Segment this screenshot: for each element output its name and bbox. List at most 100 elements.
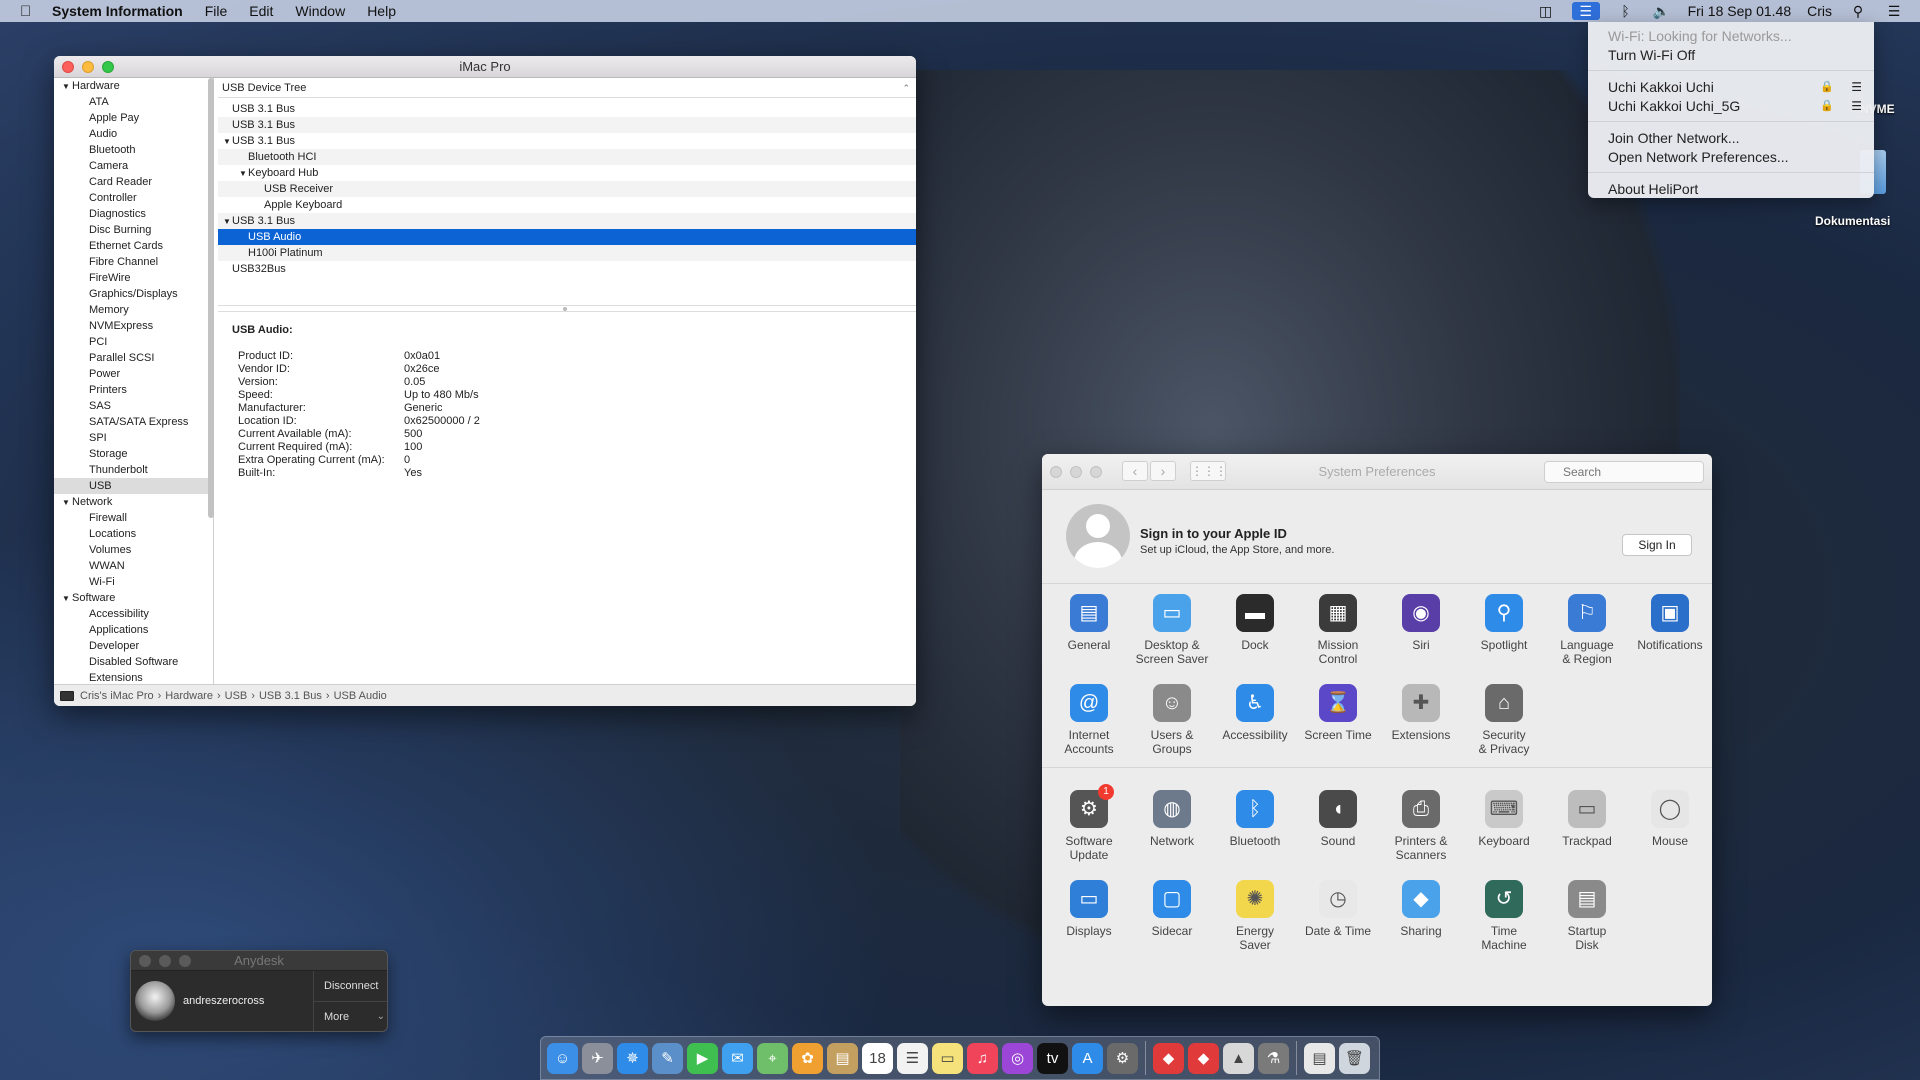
tree-row[interactable]: USB Receiver <box>218 181 916 197</box>
tree-row[interactable]: USB Audio <box>218 229 916 245</box>
tree-row[interactable]: USB 3.1 Bus <box>218 117 916 133</box>
tree-row[interactable]: USB 3.1 Bus <box>218 101 916 117</box>
close-button[interactable] <box>62 61 74 73</box>
pref-pane-keyboard[interactable]: ⌨ Keyboard <box>1463 790 1545 848</box>
pref-pane-date-time[interactable]: ◷ Date & Time <box>1297 880 1379 938</box>
pref-pane-energy[interactable]: ✺ Energy Saver <box>1214 880 1296 952</box>
disclosure-triangle-icon[interactable]: ▼ <box>238 166 248 182</box>
menu-user[interactable]: Cris <box>1807 3 1832 19</box>
pref-pane-internet[interactable]: @ Internet Accounts <box>1048 684 1130 756</box>
path-item[interactable]: USB <box>225 685 248 707</box>
tree-header[interactable]: USB Device Tree ⌃ <box>218 78 916 98</box>
zoom-button[interactable] <box>102 61 114 73</box>
anydesk-titlebar[interactable]: Anydesk <box>131 951 387 971</box>
dock-notes-icon[interactable]: ▭ <box>932 1042 963 1074</box>
pref-pane-security[interactable]: ⌂ Security & Privacy <box>1463 684 1545 756</box>
sidebar-item[interactable]: Developer <box>54 638 213 654</box>
dock-trash-icon[interactable]: 🗑 <box>1339 1042 1370 1074</box>
path-item[interactable]: Hardware <box>165 685 213 707</box>
pref-pane-siri[interactable]: ◉ Siri <box>1380 594 1462 652</box>
sidebar-category-network[interactable]: ▼ Network <box>54 494 213 510</box>
pref-pane-mission[interactable]: ▦ Mission Control <box>1297 594 1379 666</box>
pref-pane-startup[interactable]: ▤ Startup Disk <box>1546 880 1628 952</box>
sidebar-item[interactable]: Volumes <box>54 542 213 558</box>
path-item[interactable]: USB 3.1 Bus <box>259 685 322 707</box>
dock-safari-icon[interactable]: ✵ <box>617 1042 648 1074</box>
sidebar-item[interactable]: Diagnostics <box>54 206 213 222</box>
pref-pane-time[interactable]: ↺ Time Machine <box>1463 880 1545 952</box>
menu-clock[interactable]: Fri 18 Sep 01.48 <box>1688 3 1792 19</box>
close-button[interactable] <box>1050 466 1062 478</box>
pref-pane-sharing[interactable]: ◆ Sharing <box>1380 880 1462 938</box>
pref-pane-software[interactable]: ⚙ 1 Software Update <box>1048 784 1130 862</box>
show-all-grid-button[interactable]: ⋮⋮⋮ <box>1190 461 1227 481</box>
menu-file[interactable]: File <box>205 3 228 19</box>
dock-facetime-icon[interactable]: ▶ <box>687 1042 718 1074</box>
sidebar-item[interactable]: Extensions <box>54 670 213 684</box>
disclosure-triangle-icon[interactable]: ▼ <box>222 214 232 230</box>
join-other-network-item[interactable]: Join Other Network... <box>1588 128 1874 147</box>
wifi-status-icon[interactable]: ☰ <box>1571 2 1600 20</box>
disclosure-triangle-icon[interactable]: ▼ <box>222 134 232 150</box>
dock-calendar-icon[interactable]: 18 <box>862 1042 893 1074</box>
dock-documents-icon[interactable]: ▤ <box>1304 1042 1335 1074</box>
network-item[interactable]: Uchi Kakkoi Uchi_5G 🔒 ☰ <box>1588 96 1874 115</box>
volume-icon[interactable]: 🔉 <box>1652 2 1672 20</box>
sidebar-item[interactable]: Memory <box>54 302 213 318</box>
tree-row[interactable]: Bluetooth HCI <box>218 149 916 165</box>
path-item[interactable]: USB Audio <box>334 685 387 707</box>
forward-button[interactable]: › <box>1150 461 1176 481</box>
menu-window[interactable]: Window <box>295 3 345 19</box>
dock-anydesk-2-icon[interactable]: ◆ <box>1188 1042 1219 1074</box>
pref-pane-notifications[interactable]: ▣ Notifications <box>1629 594 1711 652</box>
bluetooth-status-icon[interactable]: ᛒ <box>1616 2 1636 20</box>
sidebar-item[interactable]: Disc Burning <box>54 222 213 238</box>
sidebar-item[interactable]: Card Reader <box>54 174 213 190</box>
dock-tv-icon[interactable]: tv <box>1037 1042 1068 1074</box>
menu-edit[interactable]: Edit <box>249 3 273 19</box>
sidebar-item[interactable]: Camera <box>54 158 213 174</box>
dock-anydesk-icon[interactable]: ◆ <box>1153 1042 1184 1074</box>
dock-music-icon[interactable]: ♫ <box>967 1042 998 1074</box>
pref-pane-desktop[interactable]: ▭ Desktop & Screen Saver <box>1131 594 1213 666</box>
disclosure-triangle-icon[interactable]: ▼ <box>62 495 72 511</box>
dock-finder-icon[interactable]: ☺ <box>547 1042 578 1074</box>
zoom-button[interactable] <box>179 955 191 967</box>
sidebar-category-hardware[interactable]: ▼ Hardware <box>54 78 213 94</box>
sidebar-item[interactable]: Storage <box>54 446 213 462</box>
sidebar-item[interactable]: Firewall <box>54 510 213 526</box>
dock-system-information-icon[interactable]: ⚗ <box>1258 1042 1289 1074</box>
dock-notes-app-icon[interactable]: ▤ <box>827 1042 858 1074</box>
sidebar-item[interactable]: Thunderbolt <box>54 462 213 478</box>
sign-in-button[interactable]: Sign In <box>1622 534 1692 556</box>
sidebar-item[interactable]: SAS <box>54 398 213 414</box>
sidebar-category-software[interactable]: ▼ Software <box>54 590 213 606</box>
sidebar-item[interactable]: Disabled Software <box>54 654 213 670</box>
pref-pane-printers[interactable]: ⎙ Printers & Scanners <box>1380 790 1462 862</box>
tree-row[interactable]: Apple Keyboard <box>218 197 916 213</box>
pref-pane-screen-time[interactable]: ⌛ Screen Time <box>1297 684 1379 742</box>
dock-system-preferences-icon[interactable]: ⚙ <box>1107 1042 1138 1074</box>
sidebar-scrollbar[interactable] <box>208 78 214 518</box>
apple-menu-icon[interactable]:  <box>20 3 38 20</box>
sidebar-item[interactable]: Printers <box>54 382 213 398</box>
dock-preview-2-icon[interactable]: ▲ <box>1223 1042 1254 1074</box>
pref-pane-extensions[interactable]: ✚ Extensions <box>1380 684 1462 742</box>
sidebar-item[interactable]: Accessibility <box>54 606 213 622</box>
pref-pane-spotlight[interactable]: ⚲ Spotlight <box>1463 594 1545 652</box>
sysprefs-toolbar[interactable]: ‹ › ⋮⋮⋮ System Preferences ⚲ <box>1042 454 1712 490</box>
pref-pane-language[interactable]: ⚐ Language & Region <box>1546 594 1628 666</box>
close-button[interactable] <box>139 955 151 967</box>
minimize-button[interactable] <box>1070 466 1082 478</box>
sidebar-item[interactable]: Audio <box>54 126 213 142</box>
sidebar-item[interactable]: Ethernet Cards <box>54 238 213 254</box>
tree-row[interactable]: H100i Platinum <box>218 245 916 261</box>
menu-app-name[interactable]: System Information <box>52 3 183 19</box>
disclosure-triangle-icon[interactable]: ▼ <box>62 591 72 607</box>
about-heliport-item[interactable]: About HeliPort <box>1588 179 1874 198</box>
pref-pane-trackpad[interactable]: ▭ Trackpad <box>1546 790 1628 848</box>
pref-pane-general[interactable]: ▤ General <box>1048 594 1130 652</box>
dock-podcasts-icon[interactable]: ◎ <box>1002 1042 1033 1074</box>
window-titlebar[interactable]: iMac Pro <box>54 56 916 78</box>
pref-pane-sound[interactable]: ◖ Sound <box>1297 790 1379 848</box>
